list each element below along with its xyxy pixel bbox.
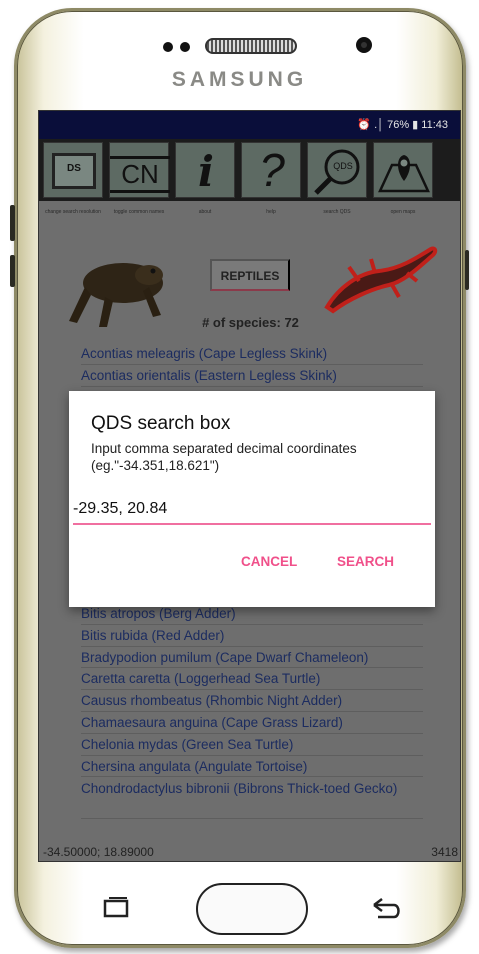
reptiles-button[interactable]: REPTILES <box>210 259 290 291</box>
about-button[interactable]: i <box>175 142 235 198</box>
cancel-button[interactable]: CANCEL <box>241 554 297 569</box>
toolbar-label-maps: open maps <box>390 209 416 215</box>
footer-bar: -34.50000; 18.89000 3418 <box>39 842 460 861</box>
status-bar: ⏰ .│ 76% ▮ 11:43 <box>39 111 460 139</box>
front-camera-icon <box>356 37 372 53</box>
earpiece-speaker <box>205 38 297 54</box>
info-icon: i <box>198 147 214 196</box>
list-item[interactable]: Acontias meleagris (Cape Legless Skink) <box>81 343 423 365</box>
list-item[interactable]: Causus rhombeatus (Rhombic Night Adder) <box>81 690 423 712</box>
ds-glyph: DS <box>67 163 81 174</box>
list-item[interactable]: Chondrodactylus bibronii (Bibrons Thick-… <box>81 777 423 820</box>
help-button[interactable]: ? <box>241 142 301 198</box>
qds-search-dialog: QDS search box Input comma separated dec… <box>69 391 435 607</box>
toolbar-label-search: search QDS <box>323 209 351 215</box>
species-list-top: Acontias meleagris (Cape Legless Skink) … <box>81 343 423 387</box>
dialog-title: QDS search box <box>91 413 231 434</box>
list-item[interactable]: Chelonia mydas (Green Sea Turtle) <box>81 734 423 756</box>
brand-logo: SAMSUNG <box>171 68 308 91</box>
list-item[interactable]: Caretta caretta (Loggerhead Sea Turtle) <box>81 668 423 691</box>
recent-apps-icon[interactable] <box>102 896 130 920</box>
toolbar-label-ds: change search resolution <box>45 209 101 215</box>
count-readout: 3418 <box>431 845 458 859</box>
toolbar-label-help: help <box>266 209 276 215</box>
volume-down-button[interactable] <box>10 255 15 287</box>
toolbar-label-cn: toggle common names <box>113 209 165 215</box>
list-item[interactable]: Acontias orientalis (Eastern Legless Ski… <box>81 365 423 387</box>
list-item[interactable]: Bitis rubida (Red Adder) <box>81 625 423 647</box>
qds-glyph: QDS <box>333 161 353 171</box>
ds-button[interactable]: DS <box>43 142 103 198</box>
list-item[interactable]: Chamaesaura anguina (Cape Grass Lizard) <box>81 712 423 734</box>
toolbar: DS CN i ? QDS <box>39 139 460 201</box>
cn-icon: CN <box>110 156 170 193</box>
magnifier-icon <box>314 149 360 195</box>
sensor-icon <box>180 42 190 52</box>
screen: ⏰ .│ 76% ▮ 11:43 DS CN i ? QDS change se… <box>38 110 461 862</box>
search-qds-button[interactable]: QDS <box>307 142 367 198</box>
back-icon[interactable] <box>370 897 402 921</box>
coordinates-input[interactable] <box>73 495 431 525</box>
list-item[interactable]: Bradypodion pumilum (Cape Dwarf Chameleo… <box>81 647 423 669</box>
toolbar-label-about: about <box>198 209 212 215</box>
list-item[interactable]: Chersina angulata (Angulate Tortoise) <box>81 756 423 778</box>
open-maps-button[interactable] <box>373 142 433 198</box>
sensor-icon <box>163 42 173 52</box>
species-count: # of species: 72 <box>202 315 299 330</box>
home-button[interactable] <box>196 883 308 935</box>
coordinates-readout: -34.50000; 18.89000 <box>43 845 154 859</box>
dialog-message: Input comma separated decimal coordinate… <box>91 441 357 473</box>
map-pin-icon <box>378 155 430 193</box>
status-text: ⏰ .│ 76% ▮ 11:43 <box>357 119 448 131</box>
volume-up-button[interactable] <box>10 205 15 241</box>
page: SAMSUNG ⏰ .│ 76% ▮ 11:43 DS CN i ? QDS c… <box>0 0 479 954</box>
search-button[interactable]: SEARCH <box>337 554 394 569</box>
power-button[interactable] <box>465 250 469 290</box>
species-list-bottom: Bitis atropos (Berg Adder) Bitis rubida … <box>81 603 423 820</box>
cn-button[interactable]: CN <box>109 142 170 198</box>
help-icon: ? <box>259 144 285 196</box>
lizard-image[interactable] <box>319 237 441 317</box>
